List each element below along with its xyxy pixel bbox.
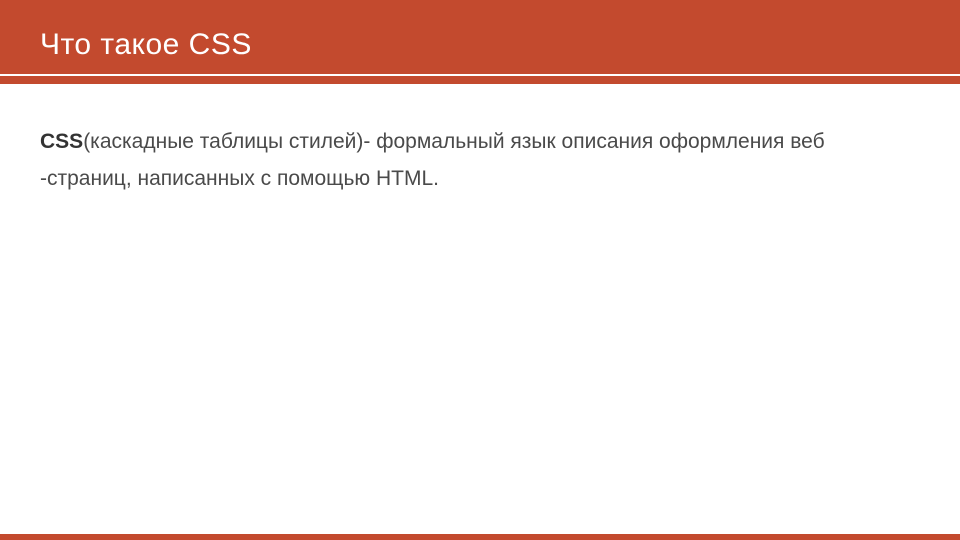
slide-title: Что такое CSS	[40, 28, 920, 62]
slide-header: Что такое CSS	[0, 0, 960, 76]
body-bold-prefix: CSS	[40, 130, 83, 153]
slide-body: CSS(каскадные таблицы стилей)- формальны…	[0, 76, 960, 534]
body-paragraph: CSS(каскадные таблицы стилей)- формальны…	[40, 124, 920, 198]
body-text-content: (каскадные таблицы стилей)- формальный я…	[40, 130, 825, 190]
